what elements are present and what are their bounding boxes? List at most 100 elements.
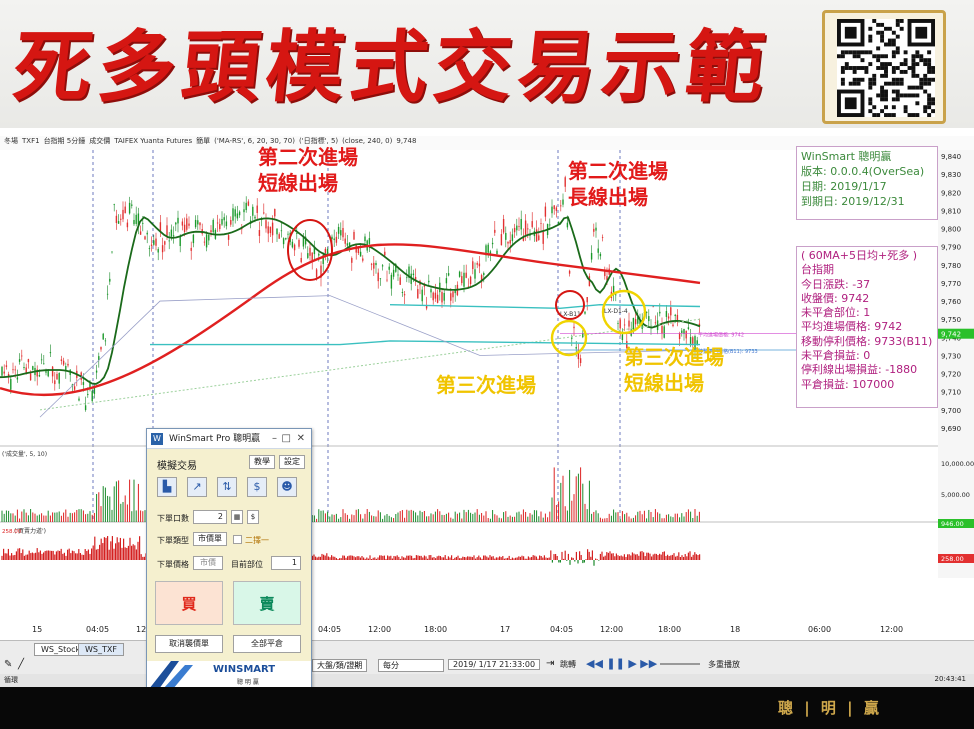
candle-body <box>23 367 25 369</box>
maximize-icon[interactable]: □ <box>282 429 291 449</box>
candle-body <box>309 247 311 256</box>
pencil-icon[interactable]: ✎ <box>4 659 12 670</box>
candle-body <box>293 244 296 251</box>
trend-line <box>39 318 701 411</box>
price-input[interactable]: 市價 <box>193 556 223 570</box>
qty-input[interactable]: 2 <box>193 510 227 524</box>
calculator-icon[interactable]: ▦ <box>231 510 243 524</box>
title-banner: 死多頭模式交易示範 <box>0 0 974 128</box>
candle-body <box>674 314 676 317</box>
candle-body <box>60 359 63 361</box>
candle-body <box>612 285 615 293</box>
cancel-orders-button[interactable]: 取消襲價單 <box>155 635 223 653</box>
either-label: 二擇一 <box>245 536 269 545</box>
speed-slider[interactable] <box>660 663 700 665</box>
candle-body <box>342 228 344 238</box>
chart-tool-icon[interactable]: ▙ <box>157 477 177 497</box>
candle-body <box>45 371 47 373</box>
price-tick-label: 9,730 <box>941 352 961 360</box>
candle-body <box>307 253 309 258</box>
candle-body <box>238 211 241 216</box>
jump-icon[interactable]: ⇥ <box>546 658 554 669</box>
candle-body <box>278 234 280 239</box>
teach-button[interactable]: 教學 <box>249 455 275 469</box>
candle-body <box>540 223 542 225</box>
info-line-version: 版本: 0.0.0.4(OverSea) <box>801 165 925 178</box>
candle-body <box>49 352 52 354</box>
candle-body <box>648 316 650 322</box>
candle-body <box>443 292 445 301</box>
candle-body <box>584 311 586 314</box>
candle-body <box>100 347 102 350</box>
candle-body <box>483 273 485 276</box>
candle-body <box>401 292 404 293</box>
candle-body <box>447 273 450 276</box>
updown-tool-icon[interactable]: ⇅ <box>217 477 237 497</box>
candle-body <box>216 222 219 224</box>
settings-button[interactable]: 設定 <box>279 455 305 469</box>
stats-avg-entry: 平均進場價格: 9742 <box>801 320 903 334</box>
tab-ws-txf[interactable]: WS_TXF <box>78 643 124 656</box>
screenshot-stage: 死多頭模式交易示範 冬場 TXF1 台指期 5分鐘 成交價 TAIFEX Yuanta … <box>0 0 974 729</box>
candle-body <box>571 337 573 339</box>
candle-body <box>300 257 302 263</box>
candle-body <box>67 363 69 366</box>
candle-body <box>601 237 604 238</box>
candle-body <box>32 366 34 370</box>
brand-strip: WINSMART 聰 明 贏 <box>147 661 311 689</box>
header-item: 冬場 <box>4 137 18 145</box>
candle-body <box>1 366 3 376</box>
candle-body <box>351 258 353 263</box>
close-icon[interactable]: ✕ <box>297 429 305 449</box>
candle-body <box>381 265 384 267</box>
candle-body <box>230 219 232 225</box>
candle-body <box>287 233 289 235</box>
stats-change: 今日漲跌: -37 <box>801 277 871 291</box>
candle-body <box>507 241 509 244</box>
candle-body <box>375 263 377 266</box>
candle-body <box>469 276 472 285</box>
candle-body <box>373 262 375 269</box>
either-checkbox[interactable] <box>233 535 242 544</box>
dollar-icon[interactable]: $ <box>247 510 259 524</box>
candle-body <box>113 204 115 206</box>
candle-body <box>463 272 465 287</box>
candle-body <box>397 274 399 276</box>
volume-tick-label: 5,000.00 <box>941 491 970 499</box>
volume-header: ('成交量', 5, 10) <box>2 450 47 458</box>
candle-body <box>518 226 520 227</box>
sell-button[interactable]: 賣 <box>233 581 301 625</box>
frequency-select[interactable]: 每分 <box>378 659 444 672</box>
candle-body <box>542 231 544 244</box>
info-panel: WinSmart 聰明贏 版本: 0.0.0.4(OverSea) 日期: 20… <box>796 146 938 220</box>
jump-button[interactable]: 跳轉 <box>560 659 576 670</box>
candle-body <box>531 221 533 228</box>
search-icon[interactable]: ⌕ <box>354 659 360 670</box>
candle-body <box>538 235 540 241</box>
order-type-select[interactable]: 市價單 <box>193 532 227 546</box>
datetime-input[interactable]: 2019/ 1/17 21:33:00 <box>448 659 541 670</box>
multi-play-button[interactable]: 多重播放 <box>708 659 740 670</box>
candle-body <box>496 250 498 255</box>
price-tick-label: 9,700 <box>941 407 961 415</box>
candle-body <box>502 218 505 233</box>
indicator1-left-value: 258.00 <box>2 529 22 535</box>
candle-body <box>18 359 21 362</box>
candle-body <box>333 238 335 241</box>
buy-button[interactable]: 買 <box>155 581 223 625</box>
candle-body <box>392 269 395 277</box>
candle-body <box>676 314 679 321</box>
candle-body <box>269 226 272 234</box>
candle-body <box>683 328 685 334</box>
candle-body <box>692 337 694 344</box>
flatten-all-button[interactable]: 全部平倉 <box>233 635 301 653</box>
line-tool-icon[interactable]: ╱ <box>18 659 24 670</box>
user-tool-icon[interactable]: ☻ <box>277 477 297 497</box>
entry-line-label: 平均進場價格: 9742 <box>698 332 744 339</box>
minimize-icon[interactable]: – <box>272 429 277 449</box>
candle-body <box>615 294 617 296</box>
money-tool-icon[interactable]: $ <box>247 477 267 497</box>
candle-body <box>527 228 529 230</box>
trend-tool-icon[interactable]: ↗ <box>187 477 207 497</box>
playback-controls-icon[interactable]: ◀◀ ❚❚ ▶ ▶▶ <box>586 657 657 670</box>
